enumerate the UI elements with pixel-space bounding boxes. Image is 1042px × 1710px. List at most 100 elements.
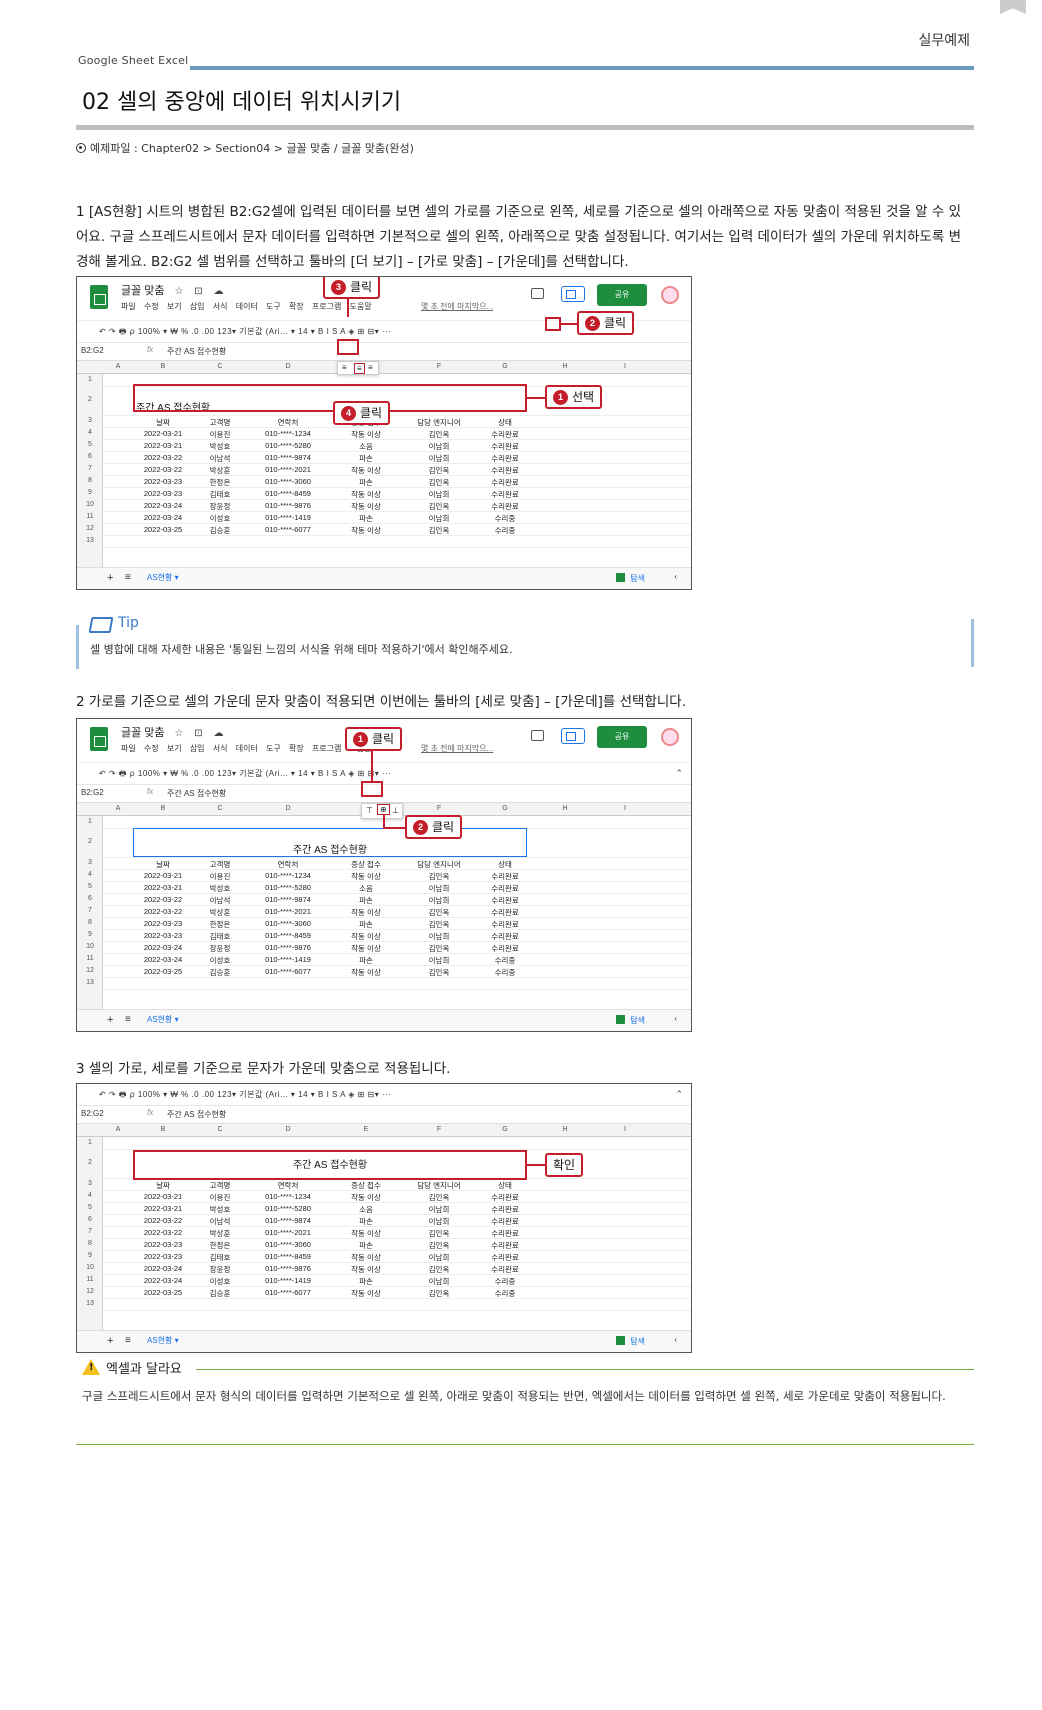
- column-header[interactable]: I: [595, 363, 655, 370]
- all-sheets-button[interactable]: ≡: [125, 1335, 131, 1346]
- table-cell[interactable]: 010-****-5280: [247, 441, 329, 450]
- column-header[interactable]: G: [475, 1126, 535, 1133]
- table-cell[interactable]: 김승훈: [193, 967, 247, 978]
- add-sheet-button[interactable]: +: [107, 1014, 113, 1026]
- row-header[interactable]: 13: [77, 1300, 103, 1307]
- table-cell[interactable]: 소음: [329, 1204, 403, 1215]
- row-header[interactable]: 11: [77, 513, 103, 520]
- explore-button[interactable]: 탐색: [616, 573, 645, 584]
- table-cell[interactable]: 수리완료: [475, 907, 535, 918]
- table-cell[interactable]: 김인옥: [403, 1240, 475, 1251]
- table-cell[interactable]: 이남희: [403, 895, 475, 906]
- column-header[interactable]: F: [403, 805, 475, 812]
- column-header[interactable]: H: [535, 805, 595, 812]
- table-cell[interactable]: 수리완료: [475, 441, 535, 452]
- explore-button[interactable]: 탐색: [616, 1015, 645, 1026]
- row-header[interactable]: 8: [77, 1240, 103, 1247]
- table-cell[interactable]: 010-****-8459: [247, 489, 329, 498]
- row-header[interactable]: 4: [77, 871, 103, 878]
- table-cell[interactable]: 이남석: [193, 453, 247, 464]
- table-cell[interactable]: 수리완료: [475, 1204, 535, 1215]
- doc-title[interactable]: 글꼴 맞춤 ☆ ⊡ ☁: [121, 282, 227, 298]
- present-icon[interactable]: [561, 286, 585, 302]
- formula-value[interactable]: 주간 AS 접수현황: [167, 346, 226, 357]
- formula-value[interactable]: 주간 AS 접수현황: [167, 788, 226, 799]
- table-cell[interactable]: 수리중: [475, 513, 535, 524]
- table-cell[interactable]: 010-****-1234: [247, 871, 329, 880]
- table-cell[interactable]: 파손: [329, 919, 403, 930]
- table-cell[interactable]: 수리중: [475, 1276, 535, 1287]
- toolbar-tools[interactable]: ↶ ↷ 🖶 ⍴ 100% ▾ ₩ % .0 .00 123▾ 기본값 (Ari.…: [99, 326, 392, 340]
- share-button[interactable]: 공유: [597, 284, 647, 306]
- toolbar-tools[interactable]: ↶ ↷ 🖶 ⍴ 100% ▾ ₩ % .0 .00 123▾ 기본값 (Ari.…: [99, 1089, 392, 1103]
- all-sheets-button[interactable]: ≡: [125, 572, 131, 583]
- table-header-cell[interactable]: 날짜: [133, 417, 193, 428]
- row-header[interactable]: 11: [77, 955, 103, 962]
- row-header[interactable]: 4: [77, 429, 103, 436]
- table-cell[interactable]: 작동 이상: [329, 429, 403, 440]
- row-header[interactable]: 10: [77, 501, 103, 508]
- column-header[interactable]: C: [193, 1126, 247, 1133]
- table-cell[interactable]: 김인옥: [403, 871, 475, 882]
- row-header[interactable]: 7: [77, 907, 103, 914]
- table-cell[interactable]: 2022-03-21: [133, 429, 193, 438]
- table-cell[interactable]: 김태호: [193, 931, 247, 942]
- table-cell[interactable]: 010-****-1419: [247, 1276, 329, 1285]
- column-header[interactable]: I: [595, 1126, 655, 1133]
- row-header[interactable]: 13: [77, 537, 103, 544]
- chevron-up-icon[interactable]: ⌃: [675, 768, 683, 779]
- table-cell[interactable]: 작동 이상: [329, 1288, 403, 1299]
- table-cell[interactable]: 이용진: [193, 429, 247, 440]
- column-header[interactable]: D: [247, 363, 329, 370]
- sheet-tab[interactable]: AS현황 ▾: [147, 1014, 179, 1025]
- table-cell[interactable]: 010-****-2021: [247, 465, 329, 474]
- table-cell[interactable]: 010-****-3060: [247, 1240, 329, 1249]
- table-cell[interactable]: 김태호: [193, 1252, 247, 1263]
- table-cell[interactable]: 이용진: [193, 1192, 247, 1203]
- table-cell[interactable]: 2022-03-25: [133, 525, 193, 534]
- column-header[interactable]: D: [247, 805, 329, 812]
- toolbar-tools[interactable]: ↶ ↷ 🖶 ⍴ 100% ▾ ₩ % .0 .00 123▾ 기본값 (Ari.…: [99, 768, 392, 782]
- table-cell[interactable]: 2022-03-24: [133, 955, 193, 964]
- table-cell[interactable]: 한정은: [193, 1240, 247, 1251]
- table-cell[interactable]: 2022-03-22: [133, 1216, 193, 1225]
- table-cell[interactable]: 김인옥: [403, 429, 475, 440]
- row-header[interactable]: 1: [77, 376, 103, 383]
- table-cell[interactable]: 소음: [329, 883, 403, 894]
- table-cell[interactable]: 작동 이상: [329, 907, 403, 918]
- table-cell[interactable]: 2022-03-23: [133, 489, 193, 498]
- table-cell[interactable]: 2022-03-23: [133, 1240, 193, 1249]
- column-header[interactable]: B: [133, 805, 193, 812]
- table-cell[interactable]: 작동 이상: [329, 525, 403, 536]
- column-header[interactable]: C: [193, 363, 247, 370]
- table-cell[interactable]: 010-****-9874: [247, 1216, 329, 1225]
- table-cell[interactable]: 수리완료: [475, 1264, 535, 1275]
- table-cell[interactable]: 김인옥: [403, 525, 475, 536]
- table-cell[interactable]: 이성호: [193, 513, 247, 524]
- table-cell[interactable]: 이남희: [403, 513, 475, 524]
- formula-value[interactable]: 주간 AS 접수현황: [167, 1109, 226, 1120]
- table-cell[interactable]: 2022-03-22: [133, 453, 193, 462]
- column-header[interactable]: G: [475, 805, 535, 812]
- table-cell[interactable]: 김인옥: [403, 501, 475, 512]
- table-cell[interactable]: 이남희: [403, 453, 475, 464]
- cell-reference[interactable]: B2:G2: [81, 346, 104, 355]
- row-header[interactable]: 11: [77, 1276, 103, 1283]
- table-cell[interactable]: 이남희: [403, 1204, 475, 1215]
- table-cell[interactable]: 이남희: [403, 1276, 475, 1287]
- table-cell[interactable]: 010-****-8459: [247, 1252, 329, 1261]
- row-header[interactable]: 12: [77, 967, 103, 974]
- row-header[interactable]: 6: [77, 1216, 103, 1223]
- table-cell[interactable]: 김인옥: [403, 465, 475, 476]
- table-cell[interactable]: 김인옥: [403, 477, 475, 488]
- table-cell[interactable]: 이남희: [403, 883, 475, 894]
- row-header[interactable]: 9: [77, 931, 103, 938]
- sheet-tab[interactable]: AS현황 ▾: [147, 572, 179, 583]
- table-cell[interactable]: 수리완료: [475, 489, 535, 500]
- table-cell[interactable]: 010-****-9876: [247, 943, 329, 952]
- row-header[interactable]: 6: [77, 453, 103, 460]
- cell-reference[interactable]: B2:G2: [81, 788, 104, 797]
- table-header-cell[interactable]: 날짜: [133, 859, 193, 870]
- row-header[interactable]: 7: [77, 465, 103, 472]
- table-cell[interactable]: 수리완료: [475, 931, 535, 942]
